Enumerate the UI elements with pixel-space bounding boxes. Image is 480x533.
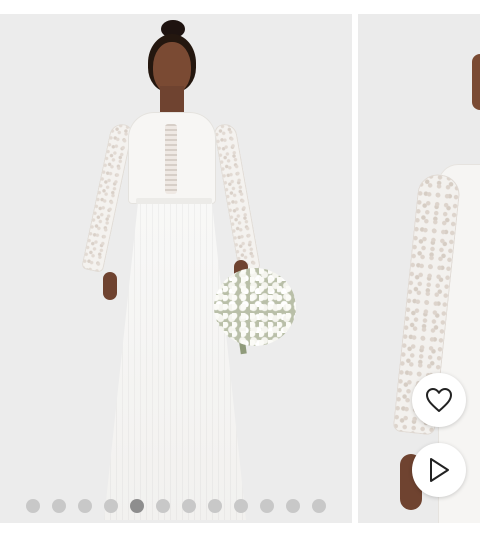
carousel-pagination bbox=[0, 498, 352, 514]
pagination-dot[interactable] bbox=[26, 499, 40, 513]
pagination-dot[interactable] bbox=[104, 499, 118, 513]
product-image-current[interactable] bbox=[0, 14, 352, 523]
pagination-dot[interactable] bbox=[156, 499, 170, 513]
favorite-button[interactable] bbox=[412, 373, 466, 427]
product-image-next[interactable] bbox=[358, 14, 480, 523]
dress-lace-panel bbox=[165, 124, 177, 194]
pagination-dot-active[interactable] bbox=[130, 499, 144, 513]
pagination-dot[interactable] bbox=[286, 499, 300, 513]
lace-sleeve-right bbox=[213, 122, 261, 274]
pagination-dot[interactable] bbox=[52, 499, 66, 513]
model-face bbox=[472, 54, 480, 110]
dress-waistband bbox=[136, 198, 212, 204]
play-triangle-icon bbox=[428, 457, 450, 483]
pagination-dot[interactable] bbox=[182, 499, 196, 513]
pagination-dot[interactable] bbox=[208, 499, 222, 513]
heart-outline-icon bbox=[425, 387, 453, 413]
model-hand-left bbox=[103, 272, 117, 300]
pagination-dot[interactable] bbox=[78, 499, 92, 513]
bouquet bbox=[214, 268, 296, 346]
play-video-button[interactable] bbox=[412, 443, 466, 497]
pagination-dot[interactable] bbox=[312, 499, 326, 513]
product-image-carousel[interactable] bbox=[0, 14, 480, 523]
pagination-dot[interactable] bbox=[260, 499, 274, 513]
dress-pleated-skirt bbox=[104, 202, 246, 520]
lace-sleeve-left bbox=[81, 121, 134, 274]
pagination-dot[interactable] bbox=[234, 499, 248, 513]
